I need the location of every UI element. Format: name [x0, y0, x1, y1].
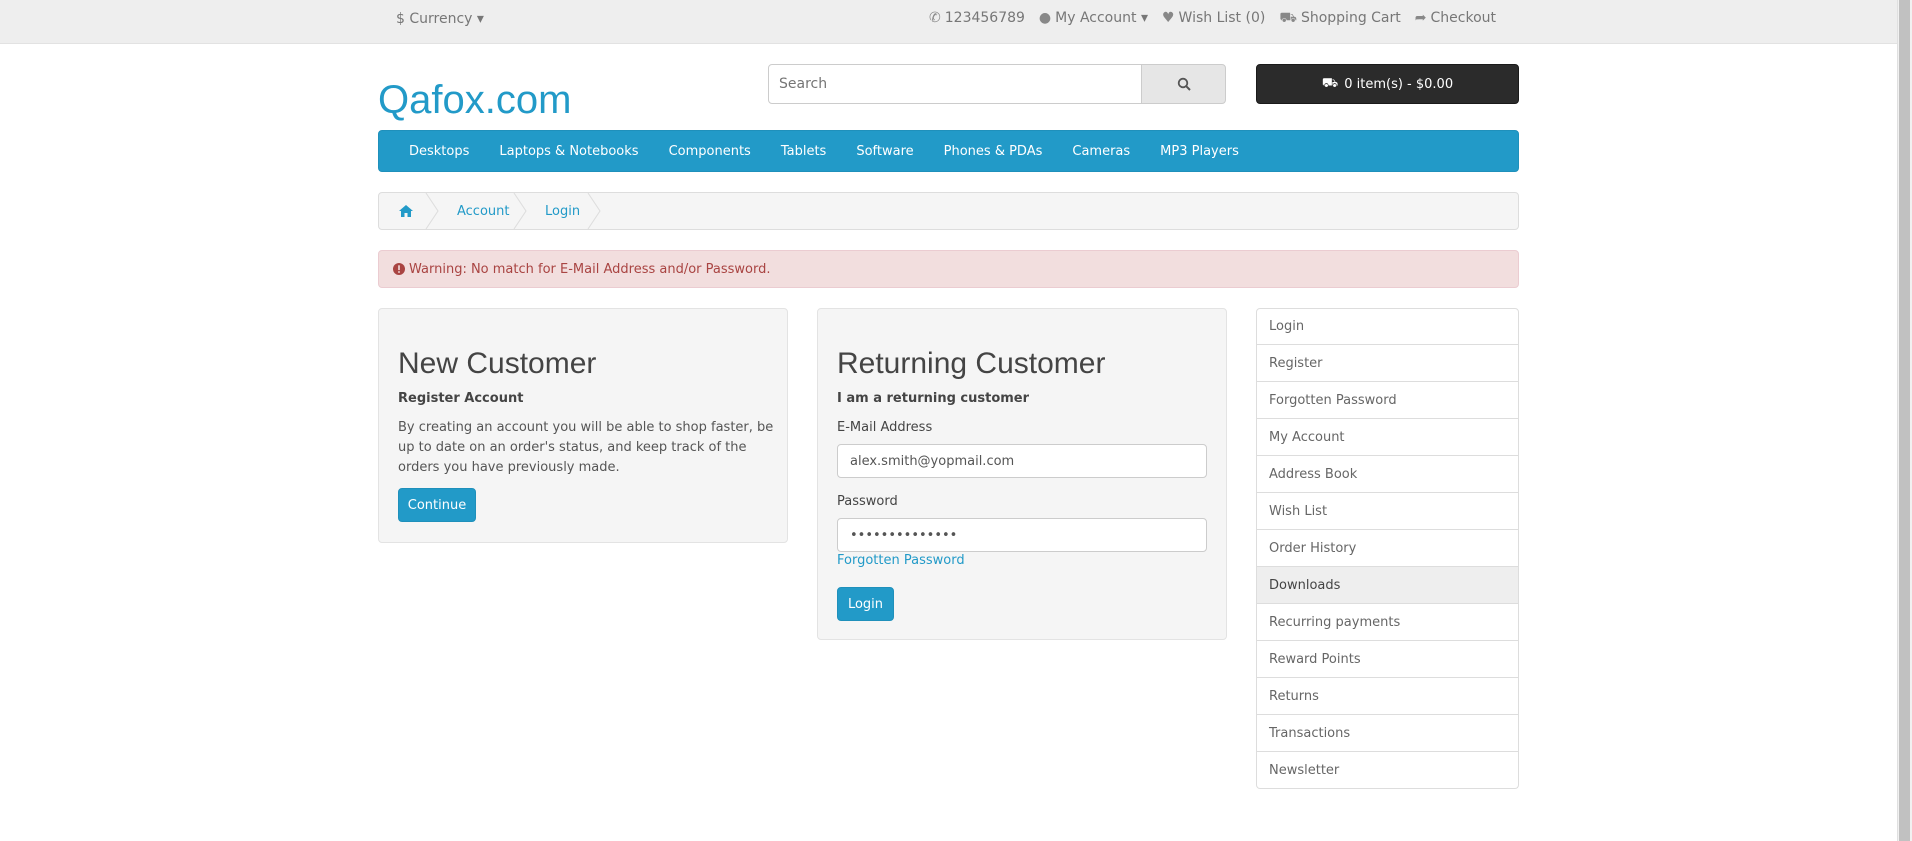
sidebar-item-newsletter[interactable]: Newsletter — [1256, 752, 1519, 789]
caret-down-icon: ▾ — [476, 11, 484, 27]
menu-item-components[interactable]: Components — [669, 144, 751, 159]
login-button[interactable]: Login — [837, 587, 894, 621]
continue-button[interactable]: Continue — [398, 488, 476, 522]
currency-symbol: $ — [396, 11, 405, 27]
checkout-link[interactable]: ➦ Checkout — [1415, 10, 1496, 28]
checkout-label: Checkout — [1430, 10, 1497, 26]
sidebar-item-reward-points[interactable]: Reward Points — [1256, 641, 1519, 678]
search-box[interactable] — [768, 64, 1142, 104]
phone-link[interactable]: ✆ 123456789 — [929, 10, 1025, 28]
sidebar-item-address-book[interactable]: Address Book — [1256, 456, 1519, 493]
my-account-dropdown[interactable]: ● My Account ▾ — [1039, 10, 1148, 28]
sidebar-item-returns[interactable]: Returns — [1256, 678, 1519, 715]
menu-item-software[interactable]: Software — [856, 144, 913, 159]
breadcrumb-separator — [513, 193, 527, 229]
exclamation-circle-icon — [393, 263, 405, 275]
account-sidebar: Login Register Forgotten Password My Acc… — [1256, 308, 1519, 789]
menu-item-mp3[interactable]: MP3 Players — [1160, 144, 1239, 159]
top-links: ✆ 123456789 ● My Account ▾ ♥ Wish List (0) … — [929, 10, 1496, 28]
shopping-cart-label: Shopping Cart — [1300, 10, 1401, 26]
menu-item-tablets[interactable]: Tablets — [781, 144, 827, 159]
breadcrumb-login[interactable]: Login — [545, 193, 580, 229]
user-icon: ● — [1038, 10, 1052, 26]
returning-customer-title: Returning Customer — [837, 347, 1106, 380]
search-button[interactable] — [1141, 64, 1226, 104]
search-icon — [1177, 77, 1191, 91]
breadcrumb-account[interactable]: Account — [457, 193, 510, 229]
register-description: By creating an account you will be able … — [398, 420, 774, 475]
sidebar-item-login[interactable]: Login — [1256, 308, 1519, 345]
sidebar-item-register[interactable]: Register — [1256, 345, 1519, 382]
sidebar-item-order-history[interactable]: Order History — [1256, 530, 1519, 567]
currency-dropdown[interactable]: $ Currency ▾ — [396, 11, 484, 27]
email-field[interactable] — [837, 444, 1207, 478]
breadcrumb: Account Login — [378, 192, 1519, 230]
email-label: E-Mail Address — [837, 420, 933, 435]
scrollbar-thumb[interactable] — [1899, 0, 1910, 841]
heart-icon: ♥ — [1161, 10, 1175, 26]
scrollbar[interactable] — [1897, 0, 1912, 841]
my-account-label: My Account — [1055, 10, 1137, 26]
warning-alert: Warning: No match for E-Mail Address and… — [378, 250, 1519, 288]
breadcrumb-separator — [425, 193, 439, 229]
sidebar-item-wish-list[interactable]: Wish List — [1256, 493, 1519, 530]
password-field[interactable] — [837, 518, 1207, 552]
alert-message: Warning: No match for E-Mail Address and… — [409, 261, 771, 277]
main-menu: Desktops Laptops & Notebooks Components … — [378, 130, 1519, 172]
register-account-heading: Register Account — [398, 391, 524, 406]
returning-customer-panel: Returning Customer I am a returning cust… — [817, 308, 1227, 640]
cart-total: 0 item(s) - $0.00 — [1344, 76, 1454, 92]
cart-button[interactable]: ⛟ 0 item(s) - $0.00 — [1256, 64, 1519, 104]
breadcrumb-home[interactable] — [399, 193, 413, 229]
search-input[interactable] — [769, 65, 1141, 103]
phone-icon: ✆ — [929, 10, 941, 26]
sidebar-item-my-account[interactable]: My Account — [1256, 419, 1519, 456]
site-logo[interactable]: Qafox.com — [378, 78, 571, 123]
share-icon: ➦ — [1414, 10, 1427, 26]
new-customer-title: New Customer — [398, 347, 597, 380]
returning-customer-heading: I am a returning customer — [837, 391, 1030, 406]
password-label: Password — [837, 494, 898, 509]
sidebar-item-transactions[interactable]: Transactions — [1256, 715, 1519, 752]
caret-down-icon: ▾ — [1140, 10, 1148, 26]
new-customer-panel: New Customer Register Account By creatin… — [378, 308, 788, 543]
cart-icon: ⛟ — [1279, 10, 1297, 26]
breadcrumb-separator — [587, 193, 601, 229]
sidebar-item-recurring-payments[interactable]: Recurring payments — [1256, 604, 1519, 641]
phone-label: 123456789 — [944, 10, 1025, 26]
email-input[interactable] — [838, 445, 1206, 477]
password-input[interactable] — [838, 519, 1206, 551]
cart-icon: ⛟ — [1321, 75, 1339, 91]
menu-item-laptops[interactable]: Laptops & Notebooks — [499, 144, 638, 159]
wish-list-link[interactable]: ♥ Wish List (0) — [1162, 10, 1265, 28]
home-icon — [399, 205, 413, 217]
menu-item-desktops[interactable]: Desktops — [409, 144, 469, 159]
currency-label: Currency — [409, 11, 473, 27]
shopping-cart-link[interactable]: ⛟ Shopping Cart — [1279, 10, 1400, 28]
menu-item-cameras[interactable]: Cameras — [1072, 144, 1130, 159]
wish-list-label: Wish List (0) — [1178, 10, 1266, 26]
sidebar-item-forgotten-password[interactable]: Forgotten Password — [1256, 382, 1519, 419]
sidebar-item-downloads[interactable]: Downloads — [1256, 567, 1519, 604]
menu-item-phones[interactable]: Phones & PDAs — [944, 144, 1043, 159]
top-bar: $ Currency ▾ ✆ 123456789 ● My Account ▾ ♥ W… — [0, 0, 1897, 44]
forgotten-password-link[interactable]: Forgotten Password — [837, 553, 965, 568]
